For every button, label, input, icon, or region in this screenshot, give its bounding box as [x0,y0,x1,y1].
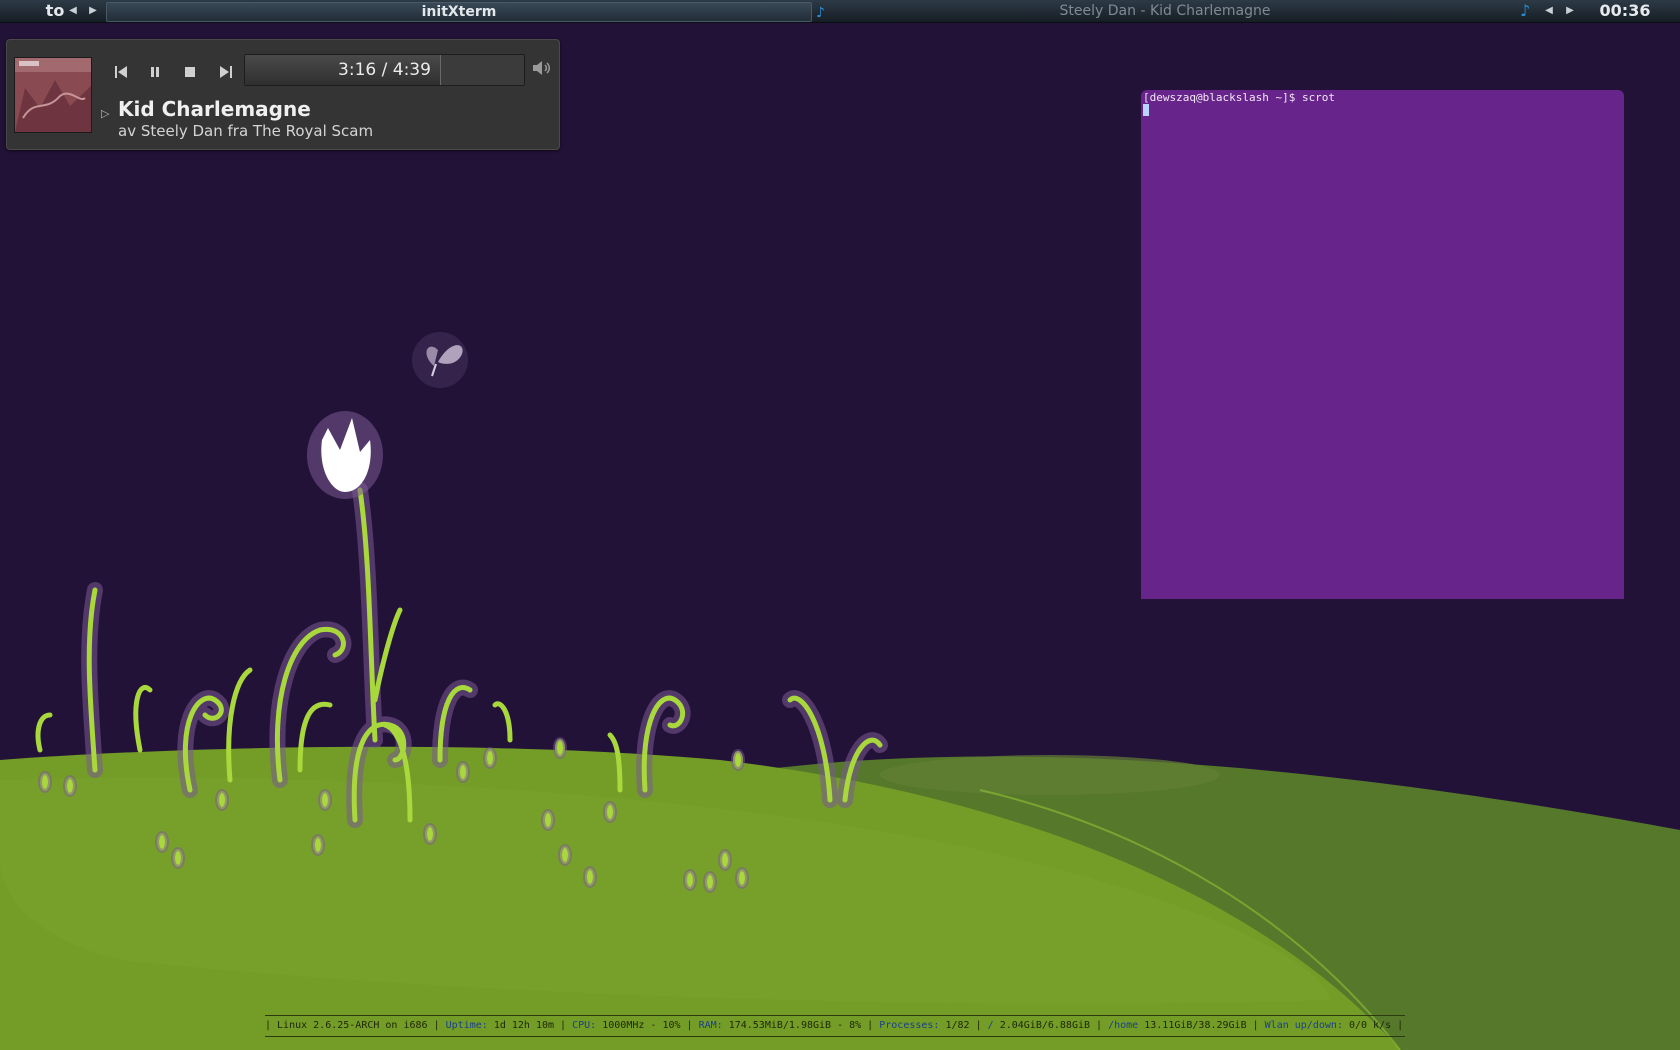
pause-icon [151,67,159,77]
prev-workspace-arrow-icon[interactable]: ◀ [66,4,80,18]
track-artist-album: av Steely Dan fra The Royal Scam [118,122,374,140]
terminal-cursor [1143,104,1149,116]
system-status-bar: | Linux 2.6.25-ARCH on i686 | Uptime: 1d… [265,1015,1405,1037]
taskbar-item-music-label: Steely Dan - Kid Charlemagne [1059,3,1271,19]
speaker-icon [533,61,550,75]
next-track-button[interactable] [213,59,239,85]
skip-back-icon [115,66,127,78]
top-panel: to ◀ ▶ initXterm ♪ Steely Dan - Kid Char… [0,0,1680,23]
status-os: | Linux 2.6.25-ARCH on i686 | [265,1020,440,1031]
status-uptime-label: Uptime: [445,1020,488,1031]
music-note-icon: ♪ [816,5,825,21]
taskbar-item-music[interactable]: ♪ Steely Dan - Kid Charlemagne [812,2,1518,21]
album-art-image [15,58,91,132]
status-root-value: 2.04GiB/6.88GiB | [999,1020,1103,1031]
tray-prev-arrow-icon[interactable]: ◀ [1542,4,1556,18]
terminal-window[interactable]: [dewszaq@blackslash ~]$ scrot [1141,90,1624,599]
volume-button[interactable] [529,56,553,80]
track-title: Kid Charlemagne [118,97,311,121]
status-wlan-value: 0/0 k/s | [1348,1020,1404,1031]
status-cpu-value: 1000MHz - 10% | [602,1020,693,1031]
stop-button[interactable] [177,59,203,85]
music-player-osd: 3:16 / 4:39 ▷ Kid Charlemagne av Steely … [6,39,560,150]
tray-next-arrow-icon[interactable]: ▶ [1563,4,1577,18]
status-cpu-label: CPU: [572,1020,597,1031]
expand-details-arrow-icon[interactable]: ▷ [101,107,109,120]
tray-music-note-icon[interactable]: ♪ [1520,1,1530,20]
status-processes-label: Processes: [879,1020,940,1031]
stop-icon [185,67,195,77]
album-cover [14,57,92,133]
status-home-value: 13.11GiB/38.29GiB | [1144,1020,1259,1031]
previous-track-button[interactable] [108,59,134,85]
next-workspace-arrow-icon[interactable]: ▶ [86,4,100,18]
seek-bar[interactable]: 3:16 / 4:39 [244,54,525,86]
status-ram-label: RAM: [698,1020,723,1031]
seek-time-display: 3:16 / 4:39 [338,60,431,80]
status-root-label: / [987,1020,994,1031]
status-processes-value: 1/82 | [945,1020,982,1031]
status-ram-value: 174.53MiB/1.98GiB - 8% | [728,1020,874,1031]
skip-forward-icon [220,66,232,78]
status-home-label: /home [1108,1020,1139,1031]
clock: 00:36 [1599,1,1651,20]
terminal-prompt-line: [dewszaq@blackslash ~]$ scrot [1143,91,1336,104]
status-uptime-value: 1d 12h 10m | [493,1020,567,1031]
status-wlan-label: Wlan up/down: [1264,1020,1343,1031]
taskbar-item-active[interactable]: initXterm [106,2,812,22]
pause-button[interactable] [142,59,168,85]
